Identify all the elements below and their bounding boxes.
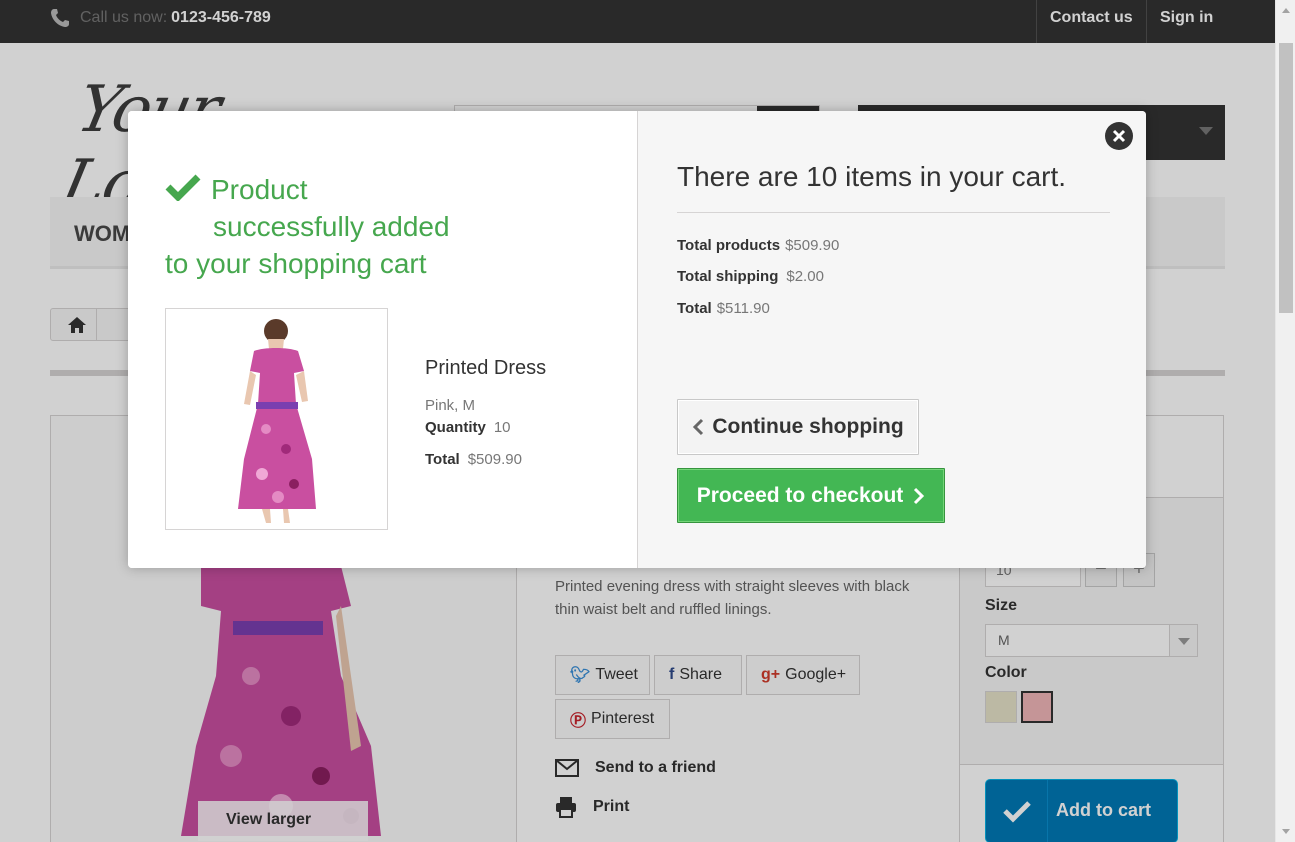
total-products-row: Total products $509.90: [677, 237, 839, 254]
product-attributes: Pink, M: [425, 397, 476, 414]
proceed-to-checkout-label: Proceed to checkout: [696, 483, 904, 507]
scroll-up-icon[interactable]: [1282, 8, 1290, 13]
product-total-label: Total: [425, 451, 460, 468]
product-thumbnail: [165, 308, 388, 530]
success-line-3: to your shopping cart: [165, 248, 427, 279]
scrollbar-thumb[interactable]: [1279, 43, 1293, 313]
divider: [677, 212, 1110, 213]
added-product-panel: Product successfully added to your shopp…: [128, 111, 637, 568]
page-scrollbar[interactable]: [1275, 0, 1295, 842]
checkmark-icon: [165, 174, 201, 201]
cart-summary-panel: There are 10 items in your cart. Total p…: [637, 111, 1146, 568]
chevron-right-icon: [914, 487, 925, 504]
proceed-to-checkout-button[interactable]: Proceed to checkout: [677, 468, 945, 523]
continue-shopping-button[interactable]: Continue shopping: [677, 399, 919, 455]
success-message: Product successfully added to your shopp…: [165, 171, 475, 282]
grand-total-row: Total $511.90: [677, 300, 770, 317]
total-shipping-label: Total shipping: [677, 268, 779, 285]
cart-count-text: There are 10 items in your cart.: [677, 161, 1067, 192]
total-products-label: Total products: [677, 237, 781, 254]
quantity-label: Quantity: [425, 419, 486, 436]
chevron-left-icon: [693, 418, 704, 436]
total-products-value: $509.90: [785, 237, 840, 254]
quantity-value: 10: [493, 419, 511, 436]
scroll-down-icon[interactable]: [1282, 829, 1290, 834]
dress-thumbnail-image: [166, 309, 387, 529]
product-quantity: Quantity 10: [425, 419, 511, 436]
cart-confirmation-modal: Product successfully added to your shopp…: [128, 111, 1146, 568]
total-shipping-row: Total shipping $2.00: [677, 268, 824, 285]
close-icon[interactable]: [1105, 122, 1133, 150]
grand-total-label: Total: [677, 300, 712, 317]
success-line-1: Product: [211, 174, 308, 205]
product-name: Printed Dress: [425, 357, 547, 379]
grand-total-value: $511.90: [716, 300, 770, 317]
product-total-value: $509.90: [467, 451, 522, 468]
total-shipping-value: $2.00: [786, 268, 824, 285]
success-line-2: successfully added: [213, 211, 450, 242]
product-total: Total $509.90: [425, 451, 522, 468]
continue-shopping-label: Continue shopping: [712, 415, 904, 438]
